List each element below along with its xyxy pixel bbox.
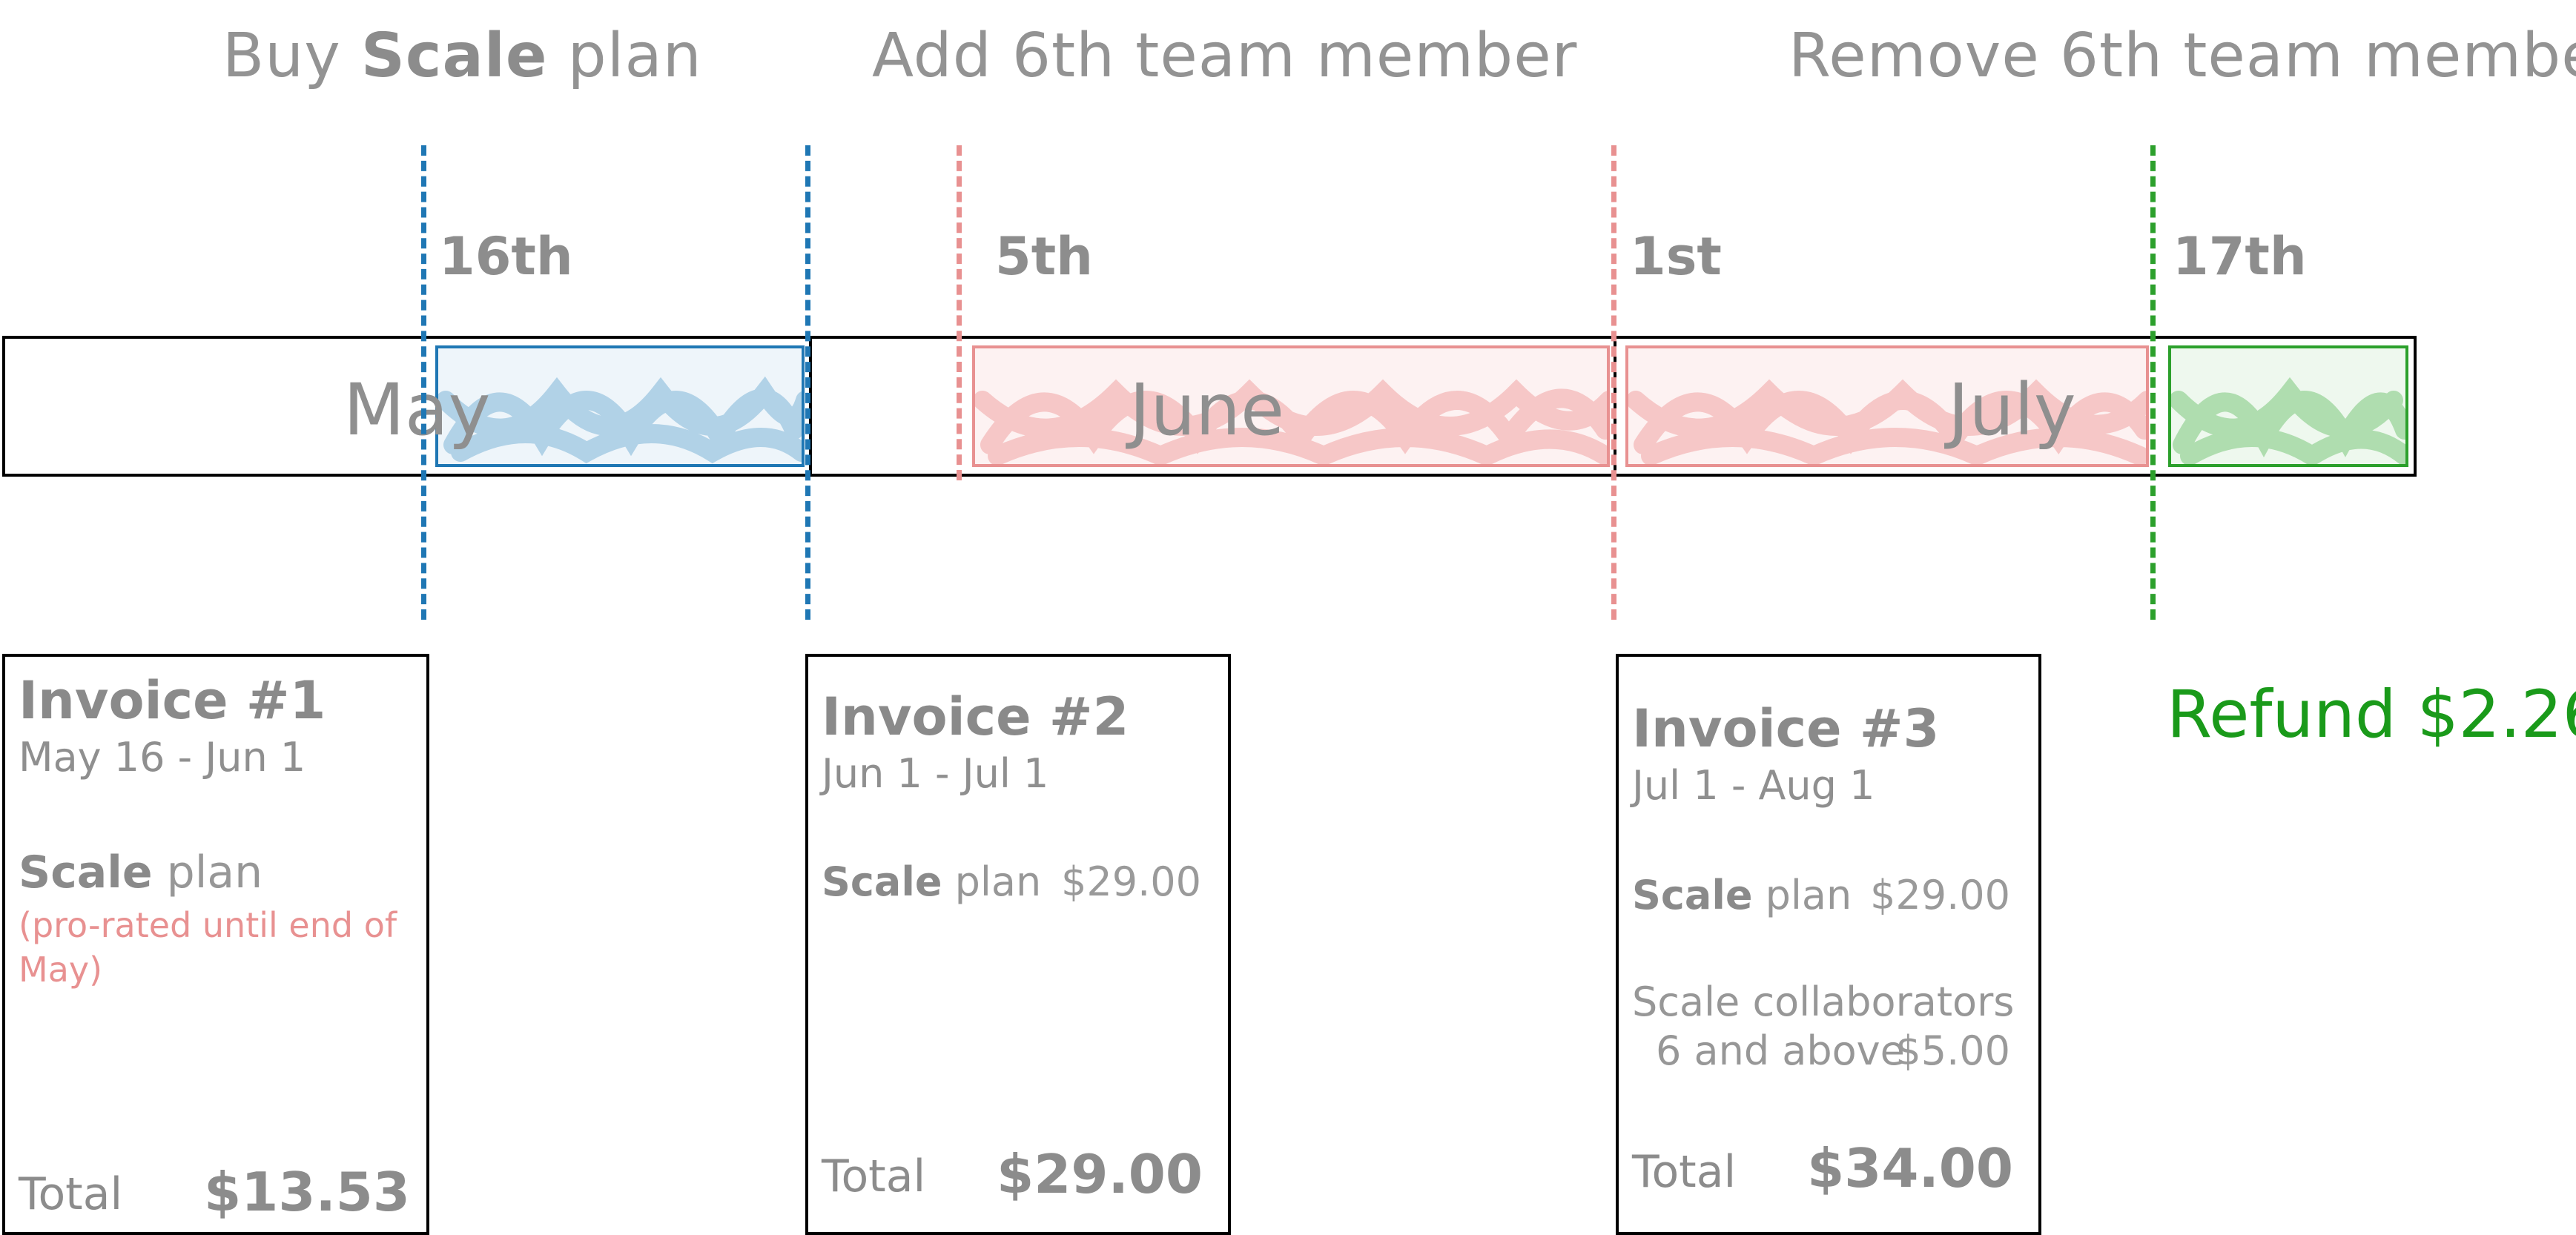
event-add-team-member: Add 6th team member [872, 21, 1578, 91]
invoice-total-label: Total [822, 1150, 926, 1202]
invoice-title: Invoice #1 [19, 670, 326, 731]
date-label-1st: 1st [1630, 226, 1722, 287]
scribble-fill-blue [438, 376, 802, 464]
marker-add-member [957, 145, 962, 480]
marker-buy-start [421, 145, 426, 620]
invoice-total-label: Total [19, 1168, 123, 1220]
month-label-july: July [1948, 368, 2076, 451]
marker-may-end [805, 145, 810, 620]
period-june-member [972, 345, 1610, 467]
invoice-card-2: Invoice #2 Jun 1 - Jul 1 Scale plan $29.… [805, 654, 1231, 1235]
invoice-line-plan-amount: $29.00 [1870, 872, 2010, 918]
event-remove-team-member: Remove 6th team member [1789, 21, 2576, 91]
invoice-title: Invoice #2 [822, 686, 1129, 747]
invoice-total-amount: $13.53 [204, 1161, 410, 1223]
timeline-bar: May June July [2, 336, 2417, 477]
period-may-prorated [435, 345, 805, 467]
invoice-line-collaborators: Scale collaborators [1632, 979, 2015, 1025]
month-label-may: May [343, 368, 491, 451]
invoice-card-3: Invoice #3 Jul 1 - Aug 1 Scale plan $29.… [1616, 654, 2041, 1235]
scribble-fill-red-june [975, 379, 1607, 464]
marker-july-start [1611, 145, 1616, 620]
invoice-line-collaborators-amount: $5.00 [1895, 1027, 2010, 1074]
date-label-16th: 16th [439, 226, 573, 287]
invoice-line-collaborators-detail: 6 and above [1656, 1027, 1905, 1074]
invoice-line-plan: Scale plan [19, 847, 263, 898]
invoice-total-amount: $29.00 [997, 1143, 1203, 1205]
scribble-fill-green [2171, 377, 2405, 464]
month-label-june: June [1129, 368, 1285, 451]
prorate-note: (pro-rated until end of May) [19, 905, 397, 990]
period-july-refund [2168, 345, 2408, 467]
invoice-card-1: Invoice #1 May 16 - Jun 1 Scale plan (pr… [2, 654, 429, 1235]
invoice-date-range: Jul 1 - Aug 1 [1632, 762, 1875, 809]
refund-amount: Refund $2.26 [2167, 676, 2576, 752]
event-buy-scale-plan: Buy Scale plan [222, 21, 702, 91]
invoice-title: Invoice #3 [1632, 698, 1940, 759]
invoice-line-plan: Scale plan [1632, 872, 1852, 918]
invoice-total-label: Total [1632, 1146, 1737, 1198]
marker-remove-member [2150, 145, 2156, 620]
invoice-total-amount: $34.00 [1807, 1137, 2013, 1199]
invoice-line-plan-amount: $29.00 [1061, 858, 1201, 905]
invoice-date-range: May 16 - Jun 1 [19, 734, 306, 781]
date-label-17th: 17th [2173, 226, 2307, 287]
invoice-date-range: Jun 1 - Jul 1 [822, 750, 1049, 797]
invoice-line-plan: Scale plan [822, 858, 1042, 905]
date-label-5th: 5th [995, 226, 1094, 287]
